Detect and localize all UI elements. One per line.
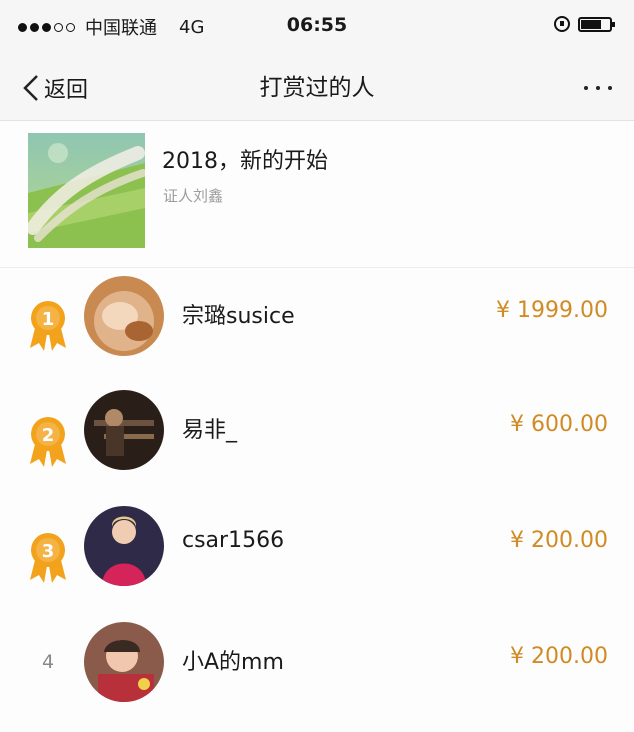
- svg-text:2: 2: [42, 425, 55, 446]
- more-icon: [584, 86, 588, 90]
- rewarder-name: 小A的mm: [182, 650, 284, 675]
- list-item[interactable]: 2 易非_ ¥ 600.00: [0, 384, 634, 500]
- article-card[interactable]: 2018，新的开始 证人刘鑫: [0, 121, 634, 268]
- battery-icon: [578, 16, 615, 32]
- status-bar: 中国联通 4G 06:55: [0, 0, 634, 56]
- list-item[interactable]: 3 csar1566 ¥ 200.00: [0, 500, 634, 616]
- page-title: 打赏过的人: [259, 75, 375, 101]
- reward-amount: ¥ 600.00: [510, 412, 608, 437]
- svg-text:1: 1: [42, 309, 55, 330]
- article-author: 证人刘鑫: [163, 187, 224, 205]
- avatar[interactable]: [84, 276, 164, 356]
- rewarder-name: 宗璐susice: [182, 304, 295, 329]
- avatar[interactable]: [84, 390, 164, 470]
- list-item[interactable]: 1 宗璐susice ¥ 1999.00: [0, 268, 634, 384]
- svg-text:3: 3: [42, 541, 55, 562]
- rotation-lock-icon: [554, 16, 570, 32]
- list-item[interactable]: 4 小A的mm ¥ 200.00: [0, 616, 634, 732]
- gold-medal-icon: 2: [30, 417, 66, 467]
- more-button[interactable]: [584, 68, 612, 108]
- avatar[interactable]: [84, 506, 164, 586]
- navigation-bar: 返回 打赏过的人: [0, 56, 634, 121]
- article-title: 2018，新的开始: [162, 149, 328, 174]
- rewarder-name: 易非_: [182, 418, 238, 443]
- article-thumbnail: [26, 133, 147, 248]
- gold-medal-icon: 3: [30, 533, 66, 583]
- reward-amount: ¥ 1999.00: [496, 298, 608, 323]
- reward-amount: ¥ 200.00: [510, 528, 608, 553]
- gold-medal-icon: 1: [30, 301, 66, 351]
- reward-amount: ¥ 200.00: [510, 644, 608, 669]
- avatar[interactable]: [84, 622, 164, 702]
- status-time: 06:55: [286, 14, 348, 36]
- rank-number: 4: [41, 651, 55, 673]
- rewarder-name: csar1566: [182, 528, 285, 553]
